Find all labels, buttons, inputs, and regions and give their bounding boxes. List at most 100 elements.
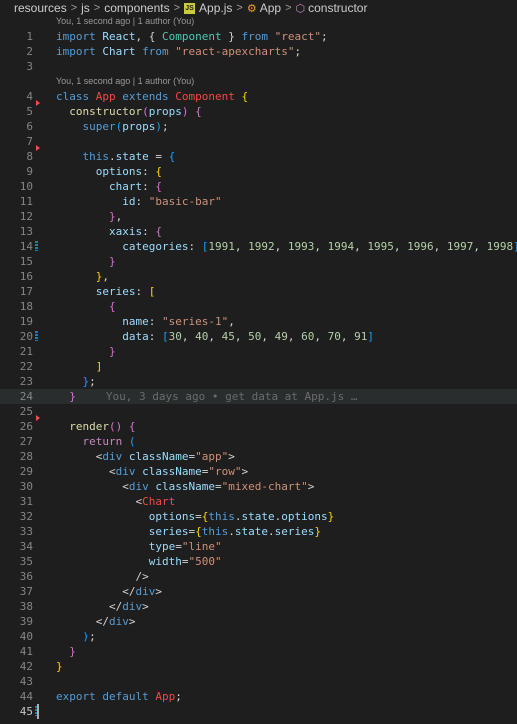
breadcrumb-components[interactable]: components (104, 1, 169, 15)
code-token: div (135, 585, 156, 598)
code-line[interactable]: 29 <div className="row"> (0, 464, 517, 479)
code-line[interactable]: 37 </div> (0, 584, 517, 599)
code-line[interactable]: 20 data: [30, 40, 45, 50, 49, 60, 70, 91… (0, 329, 517, 344)
code-line[interactable]: 14 categories: [1991, 1992, 1993, 1994, … (0, 239, 517, 254)
codelens-author[interactable]: You, 1 second ago | 1 author (You) (0, 74, 517, 89)
code-line[interactable]: 24 } You, 3 days ago • get data at App.js… (0, 389, 517, 404)
deleted-line-indicator[interactable] (36, 100, 40, 106)
code-token: , (102, 270, 109, 283)
breadcrumb-file[interactable]: App.js (199, 1, 232, 15)
code-line[interactable]: 34 type="line" (0, 539, 517, 554)
code-token: App (95, 90, 116, 103)
code-line[interactable]: 39 </div> (0, 614, 517, 629)
code-line[interactable]: 7 (0, 134, 517, 149)
code-text: </div> (56, 584, 162, 599)
code-line[interactable]: 12 }, (0, 209, 517, 224)
code-line[interactable]: 8 this.state = { (0, 145, 517, 164)
codelens-author[interactable]: You, 1 second ago | 1 author (You) (0, 14, 517, 29)
code-line[interactable]: 11 id: "basic-bar" (0, 194, 517, 209)
code-line[interactable]: 13 xaxis: { (0, 224, 517, 239)
code-line[interactable]: 18 { (0, 299, 517, 314)
code-line[interactable]: 1 import React, { Component } from "react… (0, 29, 517, 44)
code-line[interactable]: 42} (0, 659, 517, 674)
code-editor[interactable]: You, 1 second ago | 1 author (You) 1 impor… (0, 14, 517, 724)
breadcrumb-resources[interactable]: resources (14, 1, 67, 15)
code-line[interactable]: 38 </div> (0, 599, 517, 614)
code-line[interactable]: 35 width="500" (0, 554, 517, 569)
code-token: "basic-bar" (148, 195, 222, 208)
code-line[interactable]: 16 }, (0, 269, 517, 284)
code-line[interactable]: 19 name: "series-1", (0, 314, 517, 329)
line-number: 21 (19, 345, 33, 358)
breadcrumb-class[interactable]: App (260, 1, 281, 15)
code-token: 1998 (486, 240, 514, 253)
line-number: 33 (19, 525, 33, 538)
code-line[interactable]: 44 export default App; (0, 689, 517, 704)
code-token: . (267, 525, 275, 538)
code-token: = (175, 540, 182, 553)
code-line[interactable]: 5 constructor(props) { (0, 100, 517, 119)
code-line[interactable]: 33 series={this.state.series} (0, 524, 517, 539)
code-line[interactable]: 26 render() { (0, 415, 517, 434)
line-number: 23 (19, 375, 33, 388)
code-line[interactable]: 23 }; (0, 374, 517, 389)
code-token: /> (135, 570, 149, 583)
code-line[interactable]: 45 (0, 704, 517, 719)
code-line[interactable]: 32 options={this.state.options} (0, 509, 517, 524)
code-token: xaxis (108, 225, 143, 238)
deleted-line-indicator[interactable] (36, 415, 40, 421)
code-line[interactable]: 21 } (0, 344, 517, 359)
code-token: 30 (168, 330, 182, 343)
code-token: chart (108, 180, 143, 193)
code-line[interactable]: 3 (0, 59, 517, 74)
modified-line-indicator[interactable] (35, 331, 38, 341)
line-number: 43 (19, 675, 33, 688)
breadcrumb-js[interactable]: js (81, 1, 90, 15)
code-line[interactable]: 36 /> (0, 569, 517, 584)
code-line[interactable]: 4 class App extends Component { (0, 89, 517, 104)
modified-line-indicator[interactable] (35, 241, 38, 251)
code-token: ; (89, 630, 96, 643)
code-token: ] (95, 360, 103, 373)
code-line[interactable]: 28 <div className="app"> (0, 449, 517, 464)
code-line[interactable]: 15 } (0, 254, 517, 269)
line-number: 20 (19, 330, 33, 343)
code-token: { (168, 150, 176, 163)
code-line[interactable]: 9 options: { (0, 164, 517, 179)
code-line[interactable]: 31 <Chart (0, 494, 517, 509)
code-token: series (274, 525, 315, 538)
code-line[interactable]: 6 super(props); (0, 119, 517, 134)
code-token: } (56, 660, 63, 673)
code-line[interactable]: 22 ] (0, 359, 517, 374)
code-text: type="line" (56, 539, 222, 554)
code-line[interactable]: 25 (0, 404, 517, 419)
code-line[interactable]: 40 ); (0, 629, 517, 644)
code-token: from (241, 30, 275, 43)
code-line[interactable]: 27 return ( (0, 434, 517, 449)
code-text: id: "basic-bar" (56, 194, 222, 209)
code-line[interactable]: 30 <div className="mixed-chart"> (0, 479, 517, 494)
code-line[interactable]: 2 import Chart from "react-apexcharts"; (0, 44, 517, 59)
code-token: : (142, 165, 156, 178)
code-line[interactable]: 17 series: [ (0, 284, 517, 299)
breadcrumb-method[interactable]: constructor (308, 1, 367, 15)
code-line[interactable]: 43 (0, 674, 517, 689)
code-token: 91 (354, 330, 368, 343)
deleted-line-indicator[interactable] (36, 145, 40, 151)
code-token: categories (122, 240, 189, 253)
code-line[interactable]: 41 } (0, 644, 517, 659)
code-line[interactable]: 10 chart: { (0, 179, 517, 194)
line-number: 6 (26, 120, 33, 133)
